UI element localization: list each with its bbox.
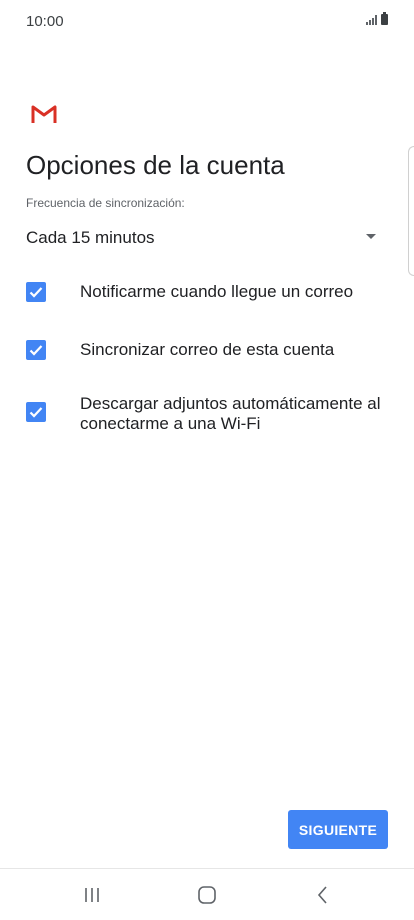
checkmark-icon (29, 287, 43, 298)
next-button[interactable]: SIGUIENTE (288, 810, 388, 849)
navigation-bar (0, 869, 414, 920)
notify-checkbox[interactable] (26, 282, 46, 302)
dropdown-arrow-icon (366, 234, 376, 239)
back-icon[interactable] (303, 881, 343, 909)
sync-mail-checkbox[interactable] (26, 340, 46, 360)
checkmark-icon (29, 345, 43, 356)
home-icon[interactable] (187, 881, 227, 909)
battery-icon (381, 12, 388, 25)
sync-mail-label: Sincronizar correo de esta cuenta (80, 340, 335, 359)
notify-label: Notificarme cuando llegue un correo (80, 282, 354, 301)
checkmark-icon (29, 407, 43, 418)
sync-frequency-label: Frecuencia de sincronización: (26, 196, 185, 210)
page-title: Opciones de la cuenta (26, 150, 285, 180)
status-icons (366, 12, 388, 25)
download-attachments-label: Descargar adjuntos automáticamente al co… (80, 394, 381, 433)
sync-frequency-value: Cada 15 minutos (26, 228, 155, 247)
scroll-edge-indicator (408, 146, 414, 276)
download-attachments-checkbox[interactable] (26, 402, 46, 422)
status-time: 10:00 (26, 13, 64, 30)
signal-icon (366, 15, 377, 25)
recent-apps-icon[interactable] (72, 881, 112, 909)
sync-frequency-dropdown[interactable]: Cada 15 minutos (26, 224, 382, 252)
gmail-m-icon (31, 105, 57, 123)
screen: 10:00 Opciones de la cuenta Frecuencia d… (0, 0, 414, 920)
status-bar: 10:00 (0, 0, 414, 44)
